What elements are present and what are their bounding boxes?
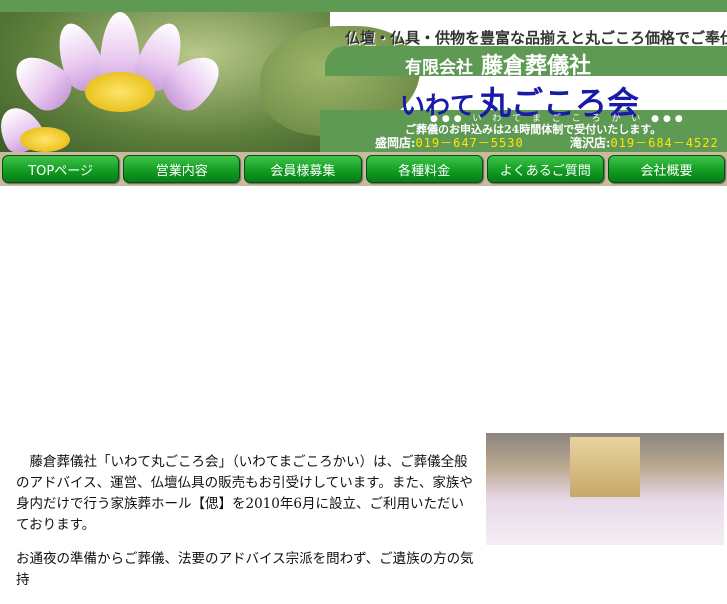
- store-morioka: 盛岡店:019－647－5530: [375, 134, 524, 151]
- nav-faq[interactable]: よくあるご質問: [486, 155, 604, 183]
- store-takizawa: 滝沢店:019－684－4522: [570, 134, 719, 151]
- store-name: 滝沢店:: [570, 136, 611, 150]
- intro-paragraph: 藤倉葬儀社「いわて丸ごころ会」（いわてまごころかい）は、ご葬儀全般のアドバイス、…: [16, 454, 473, 533]
- store-tel: 019－647－5530: [415, 136, 524, 150]
- nav-company[interactable]: 会社概要: [607, 155, 726, 183]
- company-name-main: 藤倉葬儀社: [481, 54, 592, 79]
- main-nav: TOPページ 営業内容 会員様募集 各種料金 よくあるご質問 会社概要: [0, 152, 727, 186]
- company-name: 有限会社 藤倉葬儀社: [405, 48, 591, 80]
- lotus-center: [20, 127, 70, 152]
- intro-text: 藤倉葬儀社「いわて丸ごころ会」（いわてまごころかい）は、ご葬儀全般のアドバイス、…: [16, 452, 476, 604]
- intro-paragraph: お通夜の準備からご葬儀、法要のアドバイス宗派を問わず、ご遺族の方の気持: [16, 551, 474, 588]
- lotus-center: [85, 72, 155, 112]
- tagline: 仏壇・仏具・供物を豊富な品揃えと丸ごころ価格でご奉仕: [345, 29, 727, 47]
- funeral-altar-photo: [486, 433, 724, 545]
- site-header: 仏壇・仏具・供物を豊富な品揃えと丸ごころ価格でご奉仕 有限会社 藤倉葬儀社 いわて…: [0, 0, 727, 152]
- nav-top[interactable]: TOPページ: [2, 155, 120, 183]
- store-tel: 019－684－4522: [610, 136, 719, 150]
- top-band: [0, 0, 727, 12]
- nav-services[interactable]: 営業内容: [123, 155, 241, 183]
- nav-membership[interactable]: 会員様募集: [244, 155, 362, 183]
- nav-pricing[interactable]: 各種料金: [365, 155, 483, 183]
- store-name: 盛岡店:: [375, 136, 416, 150]
- company-prefix: 有限会社: [405, 58, 473, 78]
- lotus-image: [0, 12, 420, 152]
- shrine-decoration: [570, 437, 640, 497]
